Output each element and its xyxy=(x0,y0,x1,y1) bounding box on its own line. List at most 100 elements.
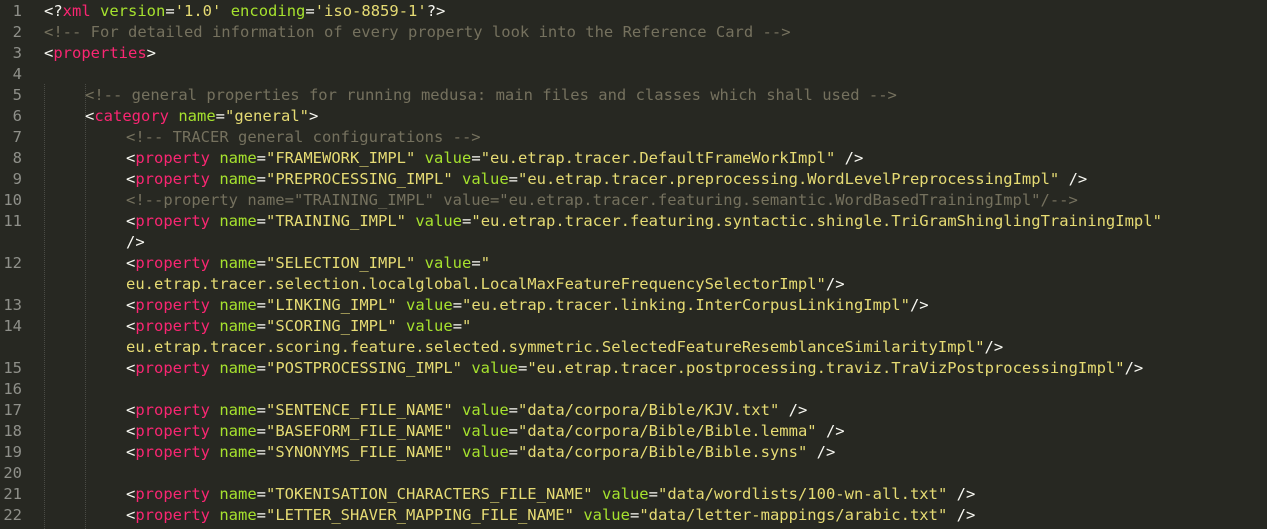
punctuation-token: = xyxy=(256,317,267,335)
punctuation-token: /> xyxy=(1059,170,1088,188)
string-token: "general" xyxy=(225,107,310,125)
attribute-name-token: name xyxy=(219,359,257,377)
punctuation-token: /> xyxy=(825,275,845,293)
punctuation-token: <? xyxy=(44,2,63,20)
attribute-name-token: value xyxy=(424,149,472,167)
string-token: "data/corpora/Bible/Bible.syns" xyxy=(518,443,808,461)
punctuation-token: < xyxy=(126,254,136,272)
indent-guide xyxy=(44,84,45,529)
punctuation-token: /> xyxy=(807,443,836,461)
string-token: "data/wordlists/100-wn-all.txt" xyxy=(658,485,948,503)
punctuation-token: = xyxy=(256,296,267,314)
tag-name-token: property xyxy=(135,401,210,419)
punctuation-token xyxy=(462,359,471,377)
code-text: <!--property name="TRAINING_IMPL" value=… xyxy=(126,190,1078,211)
string-token: eu.etrap.tracer.scoring.feature.selected… xyxy=(126,338,985,356)
punctuation-token: = xyxy=(165,2,175,20)
punctuation-token: = xyxy=(508,422,519,440)
punctuation-token xyxy=(210,170,219,188)
attribute-name-token: name xyxy=(219,422,257,440)
string-token: "BASEFORM_FILE_NAME" xyxy=(266,422,453,440)
punctuation-token: = xyxy=(256,212,267,230)
tag-name-token: property xyxy=(135,485,210,503)
code-text: <?xml version='1.0' encoding='iso-8859-1… xyxy=(44,1,445,22)
line-number: 7 xyxy=(12,128,22,146)
attribute-name-token: value xyxy=(462,422,509,440)
attribute-name-token: name xyxy=(219,401,257,419)
code-text: <property name="BASEFORM_FILE_NAME" valu… xyxy=(126,421,845,442)
punctuation-token xyxy=(210,317,219,335)
punctuation-token xyxy=(210,296,219,314)
punctuation-token xyxy=(397,317,406,335)
punctuation-token: = xyxy=(256,359,267,377)
punctuation-token: = xyxy=(305,2,315,20)
string-token: "SYNONYMS_FILE_NAME" xyxy=(266,443,453,461)
tag-name-token: property xyxy=(135,506,210,524)
punctuation-token xyxy=(210,212,219,230)
string-token: "eu.etrap.tracer.linking.InterCorpusLink… xyxy=(462,296,910,314)
code-text: <property name="SENTENCE_FILE_NAME" valu… xyxy=(126,400,807,421)
punctuation-token: = xyxy=(508,401,519,419)
punctuation-token: < xyxy=(126,485,136,503)
punctuation-token: < xyxy=(85,107,95,125)
line-number: 8 xyxy=(12,149,22,167)
line-number: 12 xyxy=(3,254,22,272)
attribute-name-token: value xyxy=(601,485,649,503)
punctuation-token: = xyxy=(471,149,481,167)
punctuation-token xyxy=(453,443,462,461)
punctuation-token: = xyxy=(215,107,226,125)
line-number: 15 xyxy=(3,359,22,377)
code-text: <property name="SYNONYMS_FILE_NAME" valu… xyxy=(126,442,835,463)
attribute-name-token: name xyxy=(219,485,257,503)
punctuation-token xyxy=(210,149,219,167)
string-token: "LINKING_IMPL" xyxy=(266,296,397,314)
tag-name-token: property xyxy=(135,212,210,230)
punctuation-token: = xyxy=(256,170,267,188)
punctuation-token: < xyxy=(126,296,136,314)
code-text: <property name="SCORING_IMPL" value=" xyxy=(126,316,471,337)
line-number: 21 xyxy=(3,485,22,503)
code-editor[interactable]: 1 <?xml version='1.0' encoding='iso-8859-… xyxy=(0,0,1267,529)
punctuation-token: = xyxy=(256,422,267,440)
line-number: 4 xyxy=(12,65,22,83)
line-number: 20 xyxy=(3,464,22,482)
tag-name-token: property xyxy=(135,170,210,188)
punctuation-token xyxy=(574,506,583,524)
punctuation-token xyxy=(210,443,219,461)
punctuation-token: = xyxy=(256,254,267,272)
code-text: <properties> xyxy=(44,43,156,64)
attribute-name-token: name xyxy=(178,107,216,125)
attribute-name-token: encoding xyxy=(230,2,306,20)
line-number: 11 xyxy=(3,212,22,230)
punctuation-token: /> xyxy=(779,401,808,419)
attribute-name-token: value xyxy=(462,170,509,188)
string-token: 'iso-8859-1' xyxy=(314,2,427,20)
string-token: "SELECTION_IMPL" xyxy=(266,254,416,272)
punctuation-token xyxy=(210,359,219,377)
punctuation-token xyxy=(397,296,406,314)
attribute-name-token: name xyxy=(219,254,257,272)
punctuation-token: = xyxy=(648,485,658,503)
attribute-name-token: value xyxy=(462,443,509,461)
string-token: eu.etrap.tracer.selection.localglobal.Lo… xyxy=(126,275,826,293)
attribute-name-token: value xyxy=(415,212,463,230)
comment-token: <!-- general properties for running medu… xyxy=(85,86,897,104)
attribute-name-token: name xyxy=(219,149,257,167)
code-text: <!-- TRACER general configurations --> xyxy=(126,127,481,148)
tag-name-token: property xyxy=(135,443,210,461)
string-token: " xyxy=(462,317,472,335)
attribute-name-token: name xyxy=(219,443,257,461)
punctuation-token xyxy=(593,485,602,503)
punctuation-token: < xyxy=(126,422,136,440)
tag-name-token: category xyxy=(94,107,169,125)
punctuation-token: < xyxy=(126,317,136,335)
punctuation-token: /> xyxy=(1124,359,1144,377)
string-token: "POSTPROCESSING_IMPL" xyxy=(266,359,462,377)
line-number: 16 xyxy=(3,380,22,398)
punctuation-token: = xyxy=(471,254,481,272)
punctuation-token xyxy=(453,170,462,188)
punctuation-token: < xyxy=(126,149,136,167)
attribute-name-token: value xyxy=(406,317,453,335)
punctuation-token: = xyxy=(518,359,528,377)
attribute-name-token: name xyxy=(219,506,257,524)
